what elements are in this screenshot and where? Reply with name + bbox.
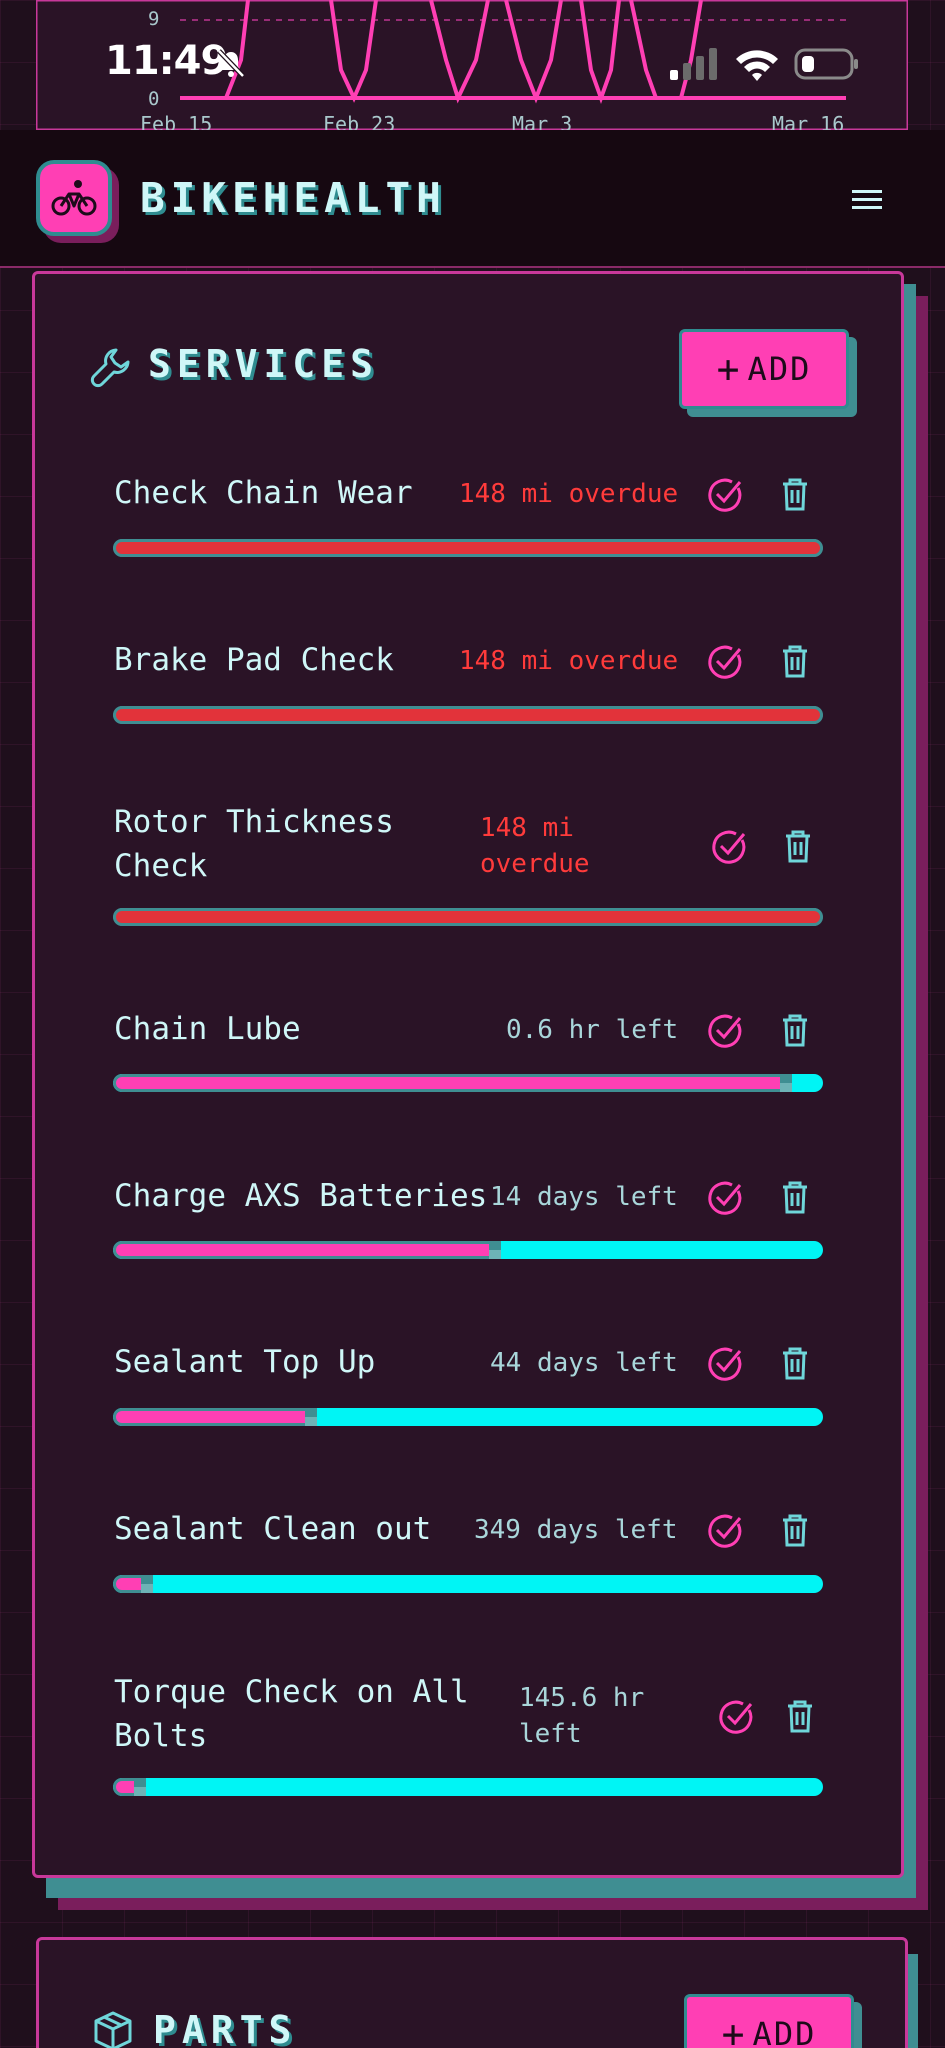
trash-icon[interactable]: [775, 1510, 815, 1550]
service-progress-fill: [113, 706, 823, 724]
service-status: 148 mi overdue: [480, 813, 590, 879]
add-service-button[interactable]: + ADD: [679, 329, 849, 409]
service-progress-bar: [113, 1241, 823, 1259]
check-circle-icon[interactable]: [705, 1010, 745, 1050]
trash-icon[interactable]: [775, 641, 815, 681]
service-name: Sealant Clean out: [114, 1511, 432, 1547]
service-name: Check Chain Wear: [114, 475, 413, 511]
service-progress-bar: [113, 908, 823, 926]
service-progress-bar: [113, 1575, 823, 1593]
check-circle-icon[interactable]: [709, 826, 749, 866]
service-progress-fill: [113, 1575, 154, 1593]
plus-icon: +: [716, 347, 742, 391]
service-status: 349 days left: [474, 1515, 678, 1545]
check-circle-icon[interactable]: [705, 641, 745, 681]
service-name: Torque Check on All Bolts: [114, 1674, 469, 1754]
service-progress-bar: [113, 1408, 823, 1426]
box-icon: [94, 2011, 132, 2048]
service-name: Brake Pad Check: [114, 642, 394, 678]
trash-icon[interactable]: [775, 474, 815, 514]
hamburger-menu-icon[interactable]: [848, 184, 886, 216]
bell-slash-icon: [217, 49, 245, 78]
service-progress-bar: [113, 706, 823, 724]
add-part-button[interactable]: + ADD: [684, 1994, 854, 2048]
service-progress-bar: [113, 539, 823, 557]
trash-icon[interactable]: [775, 1343, 815, 1383]
service-status: 0.6 hr left: [506, 1015, 679, 1045]
service-status: 145.6 hr left: [519, 1683, 645, 1749]
service-progress-fill: [113, 908, 823, 926]
check-circle-icon[interactable]: [705, 1343, 745, 1383]
bicycle-icon: [51, 180, 97, 216]
status-bar: 11:49: [0, 0, 945, 130]
trash-icon[interactable]: [780, 1696, 820, 1736]
service-progress-fill: [113, 1408, 317, 1426]
service-progress-fill: [113, 1778, 147, 1796]
parts-title: PARTS: [153, 2008, 298, 2048]
trash-icon[interactable]: [775, 1177, 815, 1217]
service-progress-fill: [113, 1241, 502, 1259]
app-header: BIKEHEALTH: [0, 130, 945, 268]
service-progress-bar: [113, 1778, 823, 1796]
service-status: 148 mi overdue: [459, 646, 679, 676]
service-progress-bar: [113, 1074, 823, 1092]
service-progress-fill: [113, 1074, 793, 1092]
check-circle-icon[interactable]: [705, 1177, 745, 1217]
service-status: 14 days left: [490, 1182, 678, 1212]
check-circle-icon[interactable]: [705, 474, 745, 514]
trash-icon[interactable]: [775, 1010, 815, 1050]
service-status: 148 mi overdue: [459, 479, 679, 509]
wifi-icon: [736, 50, 778, 81]
status-time: 11:49: [105, 38, 228, 84]
service-status: 44 days left: [490, 1348, 678, 1378]
services-title: SERVICES: [148, 342, 380, 386]
trash-icon[interactable]: [778, 826, 818, 866]
wrench-icon: [90, 348, 130, 388]
add-part-label: ADD: [752, 2015, 817, 2048]
service-name: Sealant Top Up: [114, 1344, 376, 1380]
check-circle-icon[interactable]: [716, 1696, 756, 1736]
signal-icon: [670, 48, 717, 80]
battery-icon: [794, 48, 858, 80]
add-service-label: ADD: [747, 350, 812, 388]
app-title: BIKEHEALTH: [140, 174, 447, 222]
service-name: Rotor Thickness Check: [114, 804, 394, 884]
app-logo[interactable]: [36, 160, 112, 236]
service-progress-fill: [113, 539, 823, 557]
service-name: Chain Lube: [114, 1011, 301, 1047]
check-circle-icon[interactable]: [705, 1510, 745, 1550]
plus-icon: +: [721, 2012, 747, 2048]
service-name: Charge AXS Batteries: [114, 1178, 488, 1214]
